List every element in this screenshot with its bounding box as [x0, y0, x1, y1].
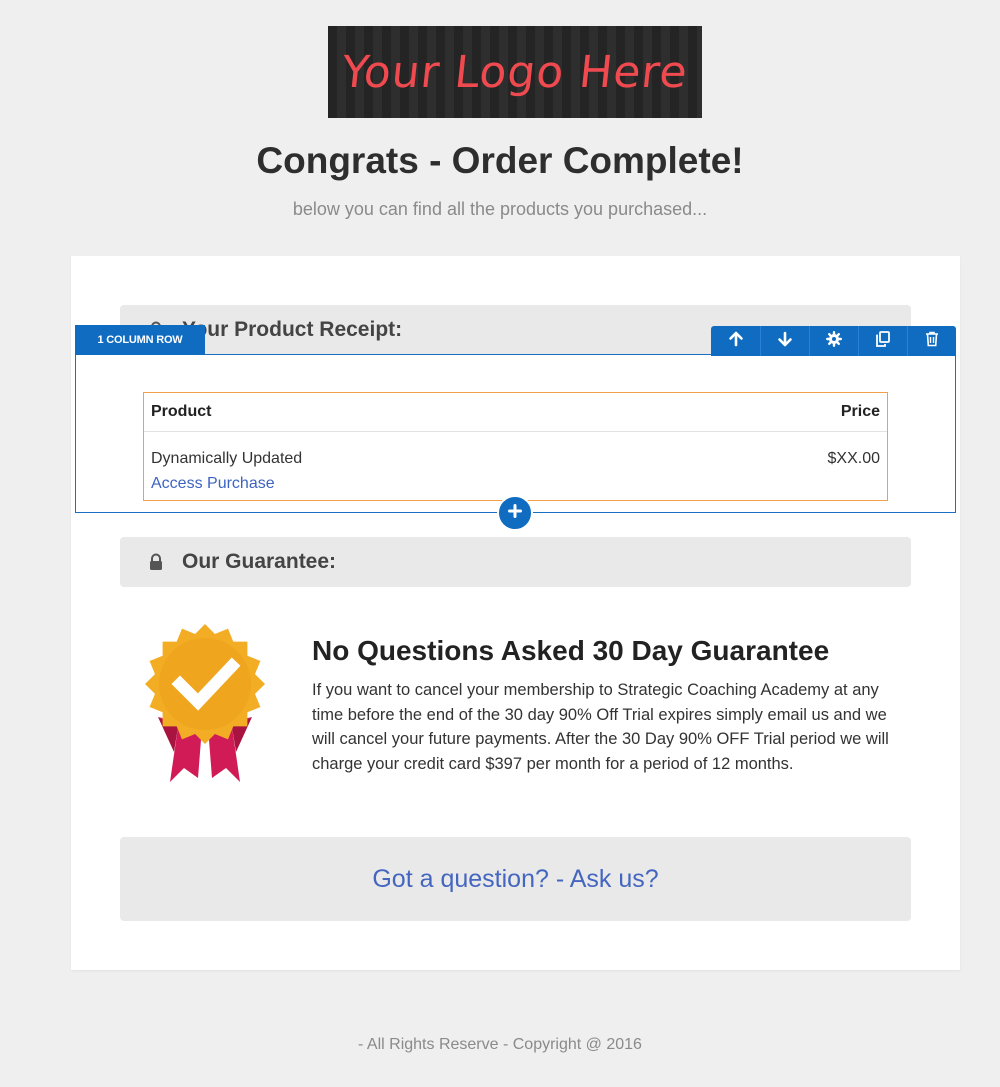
receipt-section-title: Your Product Receipt:	[182, 318, 403, 341]
move-up-button[interactable]	[711, 326, 760, 356]
product-name: Dynamically Updated	[151, 450, 303, 467]
guarantee-section-title: Our Guarantee:	[182, 550, 337, 573]
row-type-badge: 1 COLUMN ROW	[75, 325, 205, 355]
settings-button[interactable]	[809, 326, 858, 356]
copy-icon	[874, 330, 892, 353]
price-column-header: Price	[840, 403, 880, 420]
row-toolbar	[711, 326, 956, 356]
lock-icon	[148, 552, 168, 572]
arrow-down-icon	[777, 331, 793, 352]
duplicate-button[interactable]	[858, 326, 907, 356]
access-purchase-link[interactable]: Access Purchase	[151, 471, 302, 496]
table-row: Dynamically Updated Access Purchase $XX.…	[144, 432, 887, 496]
arrow-up-icon	[728, 331, 744, 352]
product-table[interactable]: Product Price Dynamically Updated Access…	[143, 392, 888, 501]
ask-question-link[interactable]: Got a question? - Ask us?	[372, 865, 658, 894]
gear-icon	[826, 330, 843, 352]
product-column-header: Product	[151, 403, 212, 420]
page-title: Congrats - Order Complete!	[256, 140, 744, 181]
add-row-button[interactable]	[497, 495, 533, 531]
guarantee-section-header: Our Guarantee:	[120, 537, 911, 587]
trash-icon	[924, 330, 940, 352]
guarantee-badge-icon	[140, 622, 270, 787]
footer-copyright: - All Rights Reserve - Copyright @ 2016	[358, 1036, 642, 1053]
logo-text: Your Logo Here	[339, 46, 691, 98]
product-table-header: Product Price	[144, 393, 887, 432]
move-down-button[interactable]	[760, 326, 809, 356]
product-price: $XX.00	[827, 450, 880, 467]
question-box: Got a question? - Ask us?	[120, 837, 911, 921]
guarantee-description: If you want to cancel your membership to…	[312, 681, 889, 773]
guarantee-title: No Questions Asked 30 Day Guarantee	[312, 635, 830, 666]
delete-button[interactable]	[907, 326, 956, 356]
logo: Your Logo Here	[328, 26, 702, 118]
plus-icon	[507, 503, 523, 524]
page-subtitle: below you can find all the products you …	[292, 199, 708, 219]
